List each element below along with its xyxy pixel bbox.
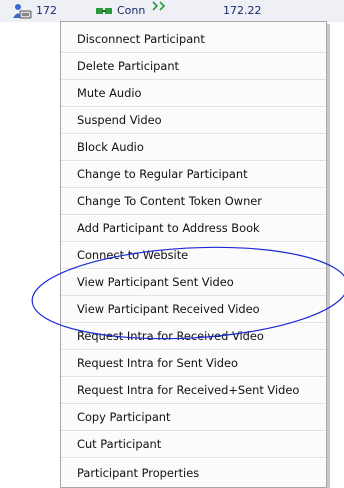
connection-icon [95, 3, 115, 20]
menu-item-view-participant-received-video[interactable]: View Participant Received Video [61, 296, 326, 322]
menu-item-add-participant-to-address-book[interactable]: Add Participant to Address Book [61, 215, 326, 241]
status-icon [152, 0, 168, 15]
participant-icon [12, 3, 34, 22]
participant-context-menu: Disconnect Participant Delete Participan… [60, 21, 327, 488]
menu-item-disconnect-participant[interactable]: Disconnect Participant [61, 26, 326, 52]
ip-address-cell: 172.22 [223, 4, 262, 17]
menu-item-request-intra-sent-video[interactable]: Request Intra for Sent Video [61, 350, 326, 376]
menu-item-suspend-video[interactable]: Suspend Video [61, 107, 326, 133]
menu-item-change-to-regular-participant[interactable]: Change to Regular Participant [61, 161, 326, 187]
table-row-behind-menu[interactable]: 172 Conn 172.22 [0, 0, 344, 22]
menu-item-connect-to-website[interactable]: Connect to Website [61, 242, 326, 268]
menu-item-mute-audio[interactable]: Mute Audio [61, 80, 326, 106]
connection-status-cell: Conn [117, 4, 146, 17]
menu-item-cut-participant[interactable]: Cut Participant [61, 431, 326, 457]
menu-item-block-audio[interactable]: Block Audio [61, 134, 326, 160]
menu-item-delete-participant[interactable]: Delete Participant [61, 53, 326, 79]
menu-item-copy-participant[interactable]: Copy Participant [61, 404, 326, 430]
menu-separator [61, 457, 326, 459]
menu-item-participant-properties[interactable]: Participant Properties [61, 460, 326, 486]
menu-item-request-intra-received-video[interactable]: Request Intra for Received Video [61, 323, 326, 349]
participant-number-cell: 172 [36, 4, 57, 17]
menu-item-change-to-content-token-owner[interactable]: Change To Content Token Owner [61, 188, 326, 214]
menu-item-request-intra-received-sent-video[interactable]: Request Intra for Received+Sent Video [61, 377, 326, 403]
menu-item-view-participant-sent-video[interactable]: View Participant Sent Video [61, 269, 326, 295]
